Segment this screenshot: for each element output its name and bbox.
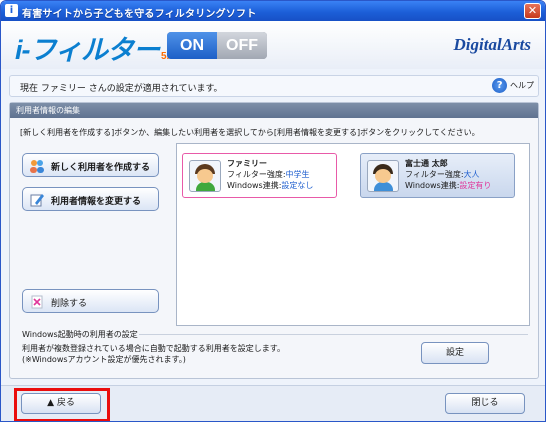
user-card-family[interactable]: ファミリー フィルター強度:中学生 Windows連携:設定なし (182, 153, 337, 198)
user-name: ファミリー (227, 159, 267, 168)
create-user-label: 新しく利用者を作成する (51, 163, 151, 173)
panel-header-label: 利用者情報の編集 (16, 106, 80, 115)
question-icon[interactable]: ? (492, 78, 508, 93)
app-window: i 有害サイトから子どもを守るフィルタリングソフト ✕ i-フィルター5.0 O… (0, 0, 546, 422)
create-user-button[interactable]: 新しく利用者を作成する (22, 153, 159, 177)
delete-label: 削除する (51, 299, 88, 309)
window-title: 有害サイトから子どもを守るフィルタリングソフト (22, 9, 257, 20)
filter-strength-label: フィルター強度: (227, 170, 286, 179)
startup-section-label: Windows起動時の利用者の設定 (22, 330, 138, 339)
windows-link: Windows連携:設定なし (227, 180, 313, 191)
window-close-button[interactable]: ✕ (524, 3, 541, 19)
windows-link-label: Windows連携: (405, 181, 460, 190)
help-button[interactable]: ? ヘルプ (492, 78, 534, 94)
filter-strength: フィルター強度:中学生 (227, 169, 310, 180)
banner: i-フィルター5.0 ON OFF DigitalArts (1, 21, 545, 69)
toggle-off[interactable]: OFF (217, 32, 267, 59)
status-bar: 現在 ファミリー さんの設定が適用されています。 ? ヘルプ (9, 75, 539, 97)
close-button[interactable]: 閉じる (445, 393, 525, 414)
windows-link-label: Windows連携: (227, 181, 282, 190)
back-button-highlight (14, 388, 110, 421)
status-message: 現在 ファミリー さんの設定が適用されています。 (20, 84, 223, 94)
startup-description: 利用者が複数登録されている場合に自動で起動する利用者を設定します。 (22, 344, 285, 353)
filter-strength-label: フィルター強度: (405, 170, 464, 179)
product-logo: i-フィルター5.0 (15, 28, 175, 67)
footer-bar: ▲ 戻る 閉じる (1, 385, 545, 421)
filter-toggle[interactable]: ON OFF (167, 32, 267, 59)
child-avatar-icon (189, 160, 221, 192)
user-list: ファミリー フィルター強度:中学生 Windows連携:設定なし 富士通 太郎 … (176, 143, 530, 326)
windows-link-value: 設定有り (459, 181, 492, 190)
delete-icon (29, 294, 45, 310)
change-user-label: 利用者情報を変更する (51, 197, 142, 207)
title-bar: i 有害サイトから子どもを守るフィルタリングソフト ✕ (1, 1, 545, 21)
change-user-button[interactable]: 利用者情報を変更する (22, 187, 159, 211)
instruction-text: [新しく利用者を作成する]ボタンか、編集したい利用者を選択してから[利用者情報を… (20, 128, 480, 137)
windows-link-value: 設定なし (281, 181, 314, 190)
adult-avatar-icon (367, 160, 399, 192)
users-icon (29, 158, 45, 174)
startup-settings-button[interactable]: 設定 (421, 342, 489, 364)
panel-header: 利用者情報の編集 (10, 103, 538, 118)
toggle-on[interactable]: ON (167, 32, 217, 59)
user-edit-panel: 利用者情報の編集 [新しく利用者を作成する]ボタンか、編集したい利用者を選択して… (9, 102, 539, 379)
filter-strength-value: 中学生 (285, 170, 310, 179)
delete-button[interactable]: 削除する (22, 289, 159, 313)
windows-link: Windows連携:設定有り (405, 180, 491, 191)
user-name: 富士通 太郎 (405, 159, 448, 168)
edit-icon (29, 192, 45, 208)
startup-note: (※Windowsアカウント設定が優先されます。) (22, 355, 186, 364)
user-card-fujitsu-taro[interactable]: 富士通 太郎 フィルター強度:大人 Windows連携:設定有り (360, 153, 515, 198)
help-label[interactable]: ヘルプ (510, 81, 534, 90)
logo-text: i-フィルター (15, 35, 160, 65)
section-divider (139, 334, 528, 335)
brand-logo: DigitalArts (453, 35, 531, 54)
app-icon: i (5, 4, 18, 17)
filter-strength: フィルター強度:大人 (405, 169, 480, 180)
filter-strength-value: 大人 (463, 170, 480, 179)
